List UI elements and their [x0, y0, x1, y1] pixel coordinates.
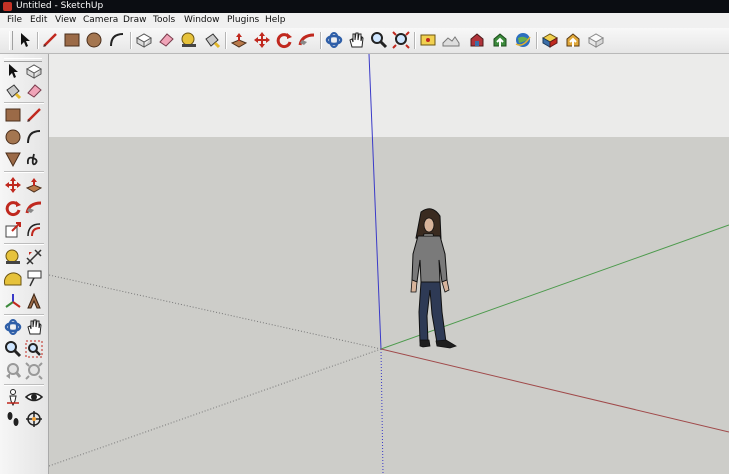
- look-around-icon[interactable]: [25, 388, 43, 406]
- orbit-icon[interactable]: [4, 318, 22, 336]
- text-icon[interactable]: [25, 270, 43, 288]
- eraser-icon[interactable]: [157, 31, 175, 49]
- dimension-icon[interactable]: [25, 248, 43, 266]
- left-toolbar: [0, 54, 49, 474]
- tape-measure-icon[interactable]: [180, 31, 198, 49]
- paint-bucket-icon[interactable]: [4, 82, 22, 100]
- axes-icon[interactable]: [4, 292, 22, 310]
- google-earth-icon[interactable]: [514, 31, 532, 49]
- 3d-text-icon[interactable]: [25, 292, 43, 310]
- menu-draw[interactable]: Draw: [123, 13, 147, 28]
- protractor-icon[interactable]: [4, 270, 22, 288]
- zoom-window-icon[interactable]: [25, 340, 43, 358]
- make-component-icon[interactable]: [135, 31, 153, 49]
- menu-bar: File Edit View Camera Draw Tools Window …: [0, 13, 729, 28]
- line-icon[interactable]: [41, 31, 59, 49]
- menu-edit[interactable]: Edit: [30, 13, 47, 28]
- select-icon[interactable]: [16, 31, 34, 49]
- paint-bucket-icon[interactable]: [203, 31, 221, 49]
- menu-tools[interactable]: Tools: [153, 13, 175, 28]
- scene-canvas[interactable]: [49, 54, 729, 474]
- menu-plugins[interactable]: Plugins: [227, 13, 259, 28]
- position-camera-icon[interactable]: [4, 388, 22, 406]
- line-icon[interactable]: [25, 106, 43, 124]
- push-pull-icon[interactable]: [25, 176, 43, 194]
- sketchup-app-icon[interactable]: [3, 2, 12, 11]
- walk-icon[interactable]: [4, 410, 22, 428]
- scale-icon[interactable]: [4, 221, 22, 239]
- circle-icon[interactable]: [4, 128, 22, 146]
- previous-view-icon[interactable]: [4, 362, 22, 380]
- section-plane-icon[interactable]: [25, 410, 43, 428]
- preview-in-earth-icon[interactable]: [587, 31, 605, 49]
- freehand-icon[interactable]: [25, 150, 43, 168]
- select-icon[interactable]: [4, 62, 22, 80]
- pan-icon[interactable]: [25, 318, 43, 336]
- get-models-icon[interactable]: [468, 31, 486, 49]
- orbit-icon[interactable]: [325, 31, 343, 49]
- toggle-terrain-icon[interactable]: [442, 31, 460, 49]
- menu-file[interactable]: File: [7, 13, 22, 28]
- share-model-icon[interactable]: [491, 31, 509, 49]
- rotate-icon[interactable]: [275, 31, 293, 49]
- zoom-extents-icon[interactable]: [392, 31, 410, 49]
- rotate-icon[interactable]: [4, 199, 22, 217]
- pan-icon[interactable]: [347, 31, 365, 49]
- polygon-icon[interactable]: [4, 150, 22, 168]
- modeling-viewport[interactable]: [49, 54, 729, 474]
- menu-camera[interactable]: Camera: [83, 13, 118, 28]
- toolbar-grip[interactable]: [9, 31, 13, 50]
- move-icon[interactable]: [253, 31, 271, 49]
- move-icon[interactable]: [4, 176, 22, 194]
- menu-view[interactable]: View: [55, 13, 76, 28]
- title-bar: Untitled - SketchUp: [0, 0, 729, 13]
- zoom-icon[interactable]: [370, 31, 388, 49]
- follow-me-icon[interactable]: [298, 31, 316, 49]
- tape-measure-icon[interactable]: [4, 248, 22, 266]
- menu-help[interactable]: Help: [265, 13, 286, 28]
- make-component-icon[interactable]: [25, 62, 43, 80]
- sky: [49, 54, 729, 137]
- arc-icon[interactable]: [25, 128, 43, 146]
- rectangle-icon[interactable]: [63, 31, 81, 49]
- rectangle-icon[interactable]: [4, 106, 22, 124]
- top-toolbar: [0, 28, 729, 54]
- get-photo-texture-icon[interactable]: [564, 31, 582, 49]
- zoom-icon[interactable]: [4, 340, 22, 358]
- window-title: Untitled - SketchUp: [16, 1, 104, 11]
- share-component-icon[interactable]: [541, 31, 559, 49]
- zoom-extents-icon[interactable]: [25, 362, 43, 380]
- follow-me-icon[interactable]: [25, 199, 43, 217]
- ground: [49, 137, 729, 474]
- add-location-icon[interactable]: [419, 31, 437, 49]
- menu-window[interactable]: Window: [184, 13, 220, 28]
- offset-icon[interactable]: [25, 221, 43, 239]
- push-pull-icon[interactable]: [230, 31, 248, 49]
- circle-icon[interactable]: [85, 31, 103, 49]
- eraser-icon[interactable]: [25, 82, 43, 100]
- arc-icon[interactable]: [108, 31, 126, 49]
